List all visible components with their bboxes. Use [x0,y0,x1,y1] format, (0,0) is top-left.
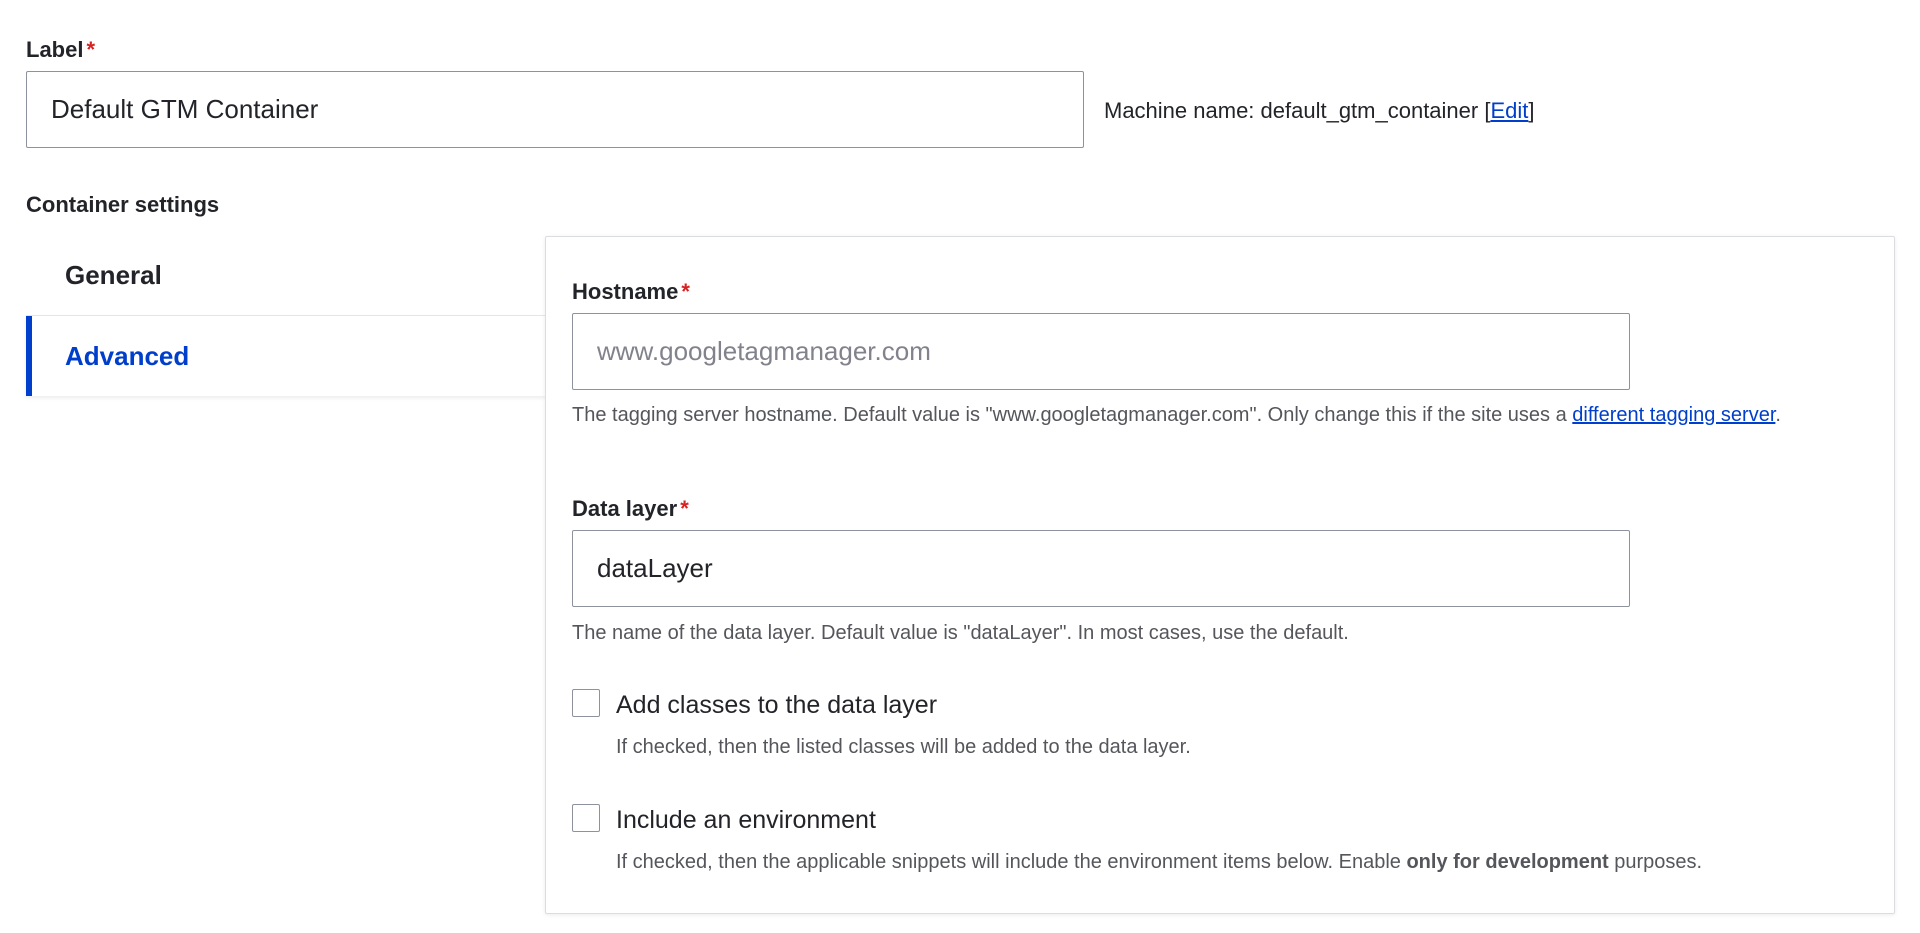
include-environment-checkbox[interactable] [572,804,600,832]
machine-name: Machine name: default_gtm_container [Edi… [1104,98,1535,124]
vertical-tabs: General Advanced [26,236,546,396]
data-layer-label-text: Data layer [572,496,678,521]
required-marker: * [680,496,689,521]
include-environment-label[interactable]: Include an environment [616,806,876,835]
tab-general[interactable]: General [26,236,546,316]
hostname-label: Hostname * [572,281,690,303]
machine-name-text: Machine name: default_gtm_container [ [1104,98,1491,123]
data-layer-input[interactable] [572,530,1630,607]
include-environment-description: If checked, then the applicable snippets… [616,848,1876,876]
tab-advanced-label: Advanced [65,340,190,371]
include-environment-description-end: purposes. [1608,851,1703,873]
include-environment-description-text: If checked, then the applicable snippets… [616,851,1407,873]
hostname-description-end: . [1775,404,1781,426]
tab-general-label: General [65,260,162,290]
include-environment-description-bold: only for development [1406,851,1609,873]
label-field-label: Label * [26,39,95,61]
hostname-label-text: Hostname [572,279,679,304]
machine-name-suffix: ] [1528,98,1535,123]
page: Label* Machine name: default_gtm_contain… [0,0,1920,933]
hostname-description-text: The tagging server hostname. Default val… [572,404,1573,426]
data-layer-description: The name of the data layer. Default valu… [572,622,1349,644]
add-classes-label[interactable]: Add classes to the data layer [616,691,937,720]
data-layer-label: Data layer * [572,498,689,520]
different-tagging-server-link[interactable]: different tagging server [1572,404,1775,426]
label-input[interactable] [26,71,1084,148]
hostname-input[interactable] [572,313,1630,390]
tab-advanced[interactable]: Advanced [26,316,546,396]
machine-name-edit-link[interactable]: Edit [1490,98,1528,123]
advanced-panel: Hostname* The tagging server hostname. D… [545,236,1895,914]
required-marker: * [681,279,690,304]
hostname-description: The tagging server hostname. Default val… [572,401,1852,429]
label-field-label-text: Label [26,37,84,62]
container-settings-title: Container settings [26,192,220,217]
add-classes-description: If checked, then the listed classes will… [616,736,1191,758]
add-classes-checkbox[interactable] [572,689,600,717]
required-marker: * [86,37,96,62]
